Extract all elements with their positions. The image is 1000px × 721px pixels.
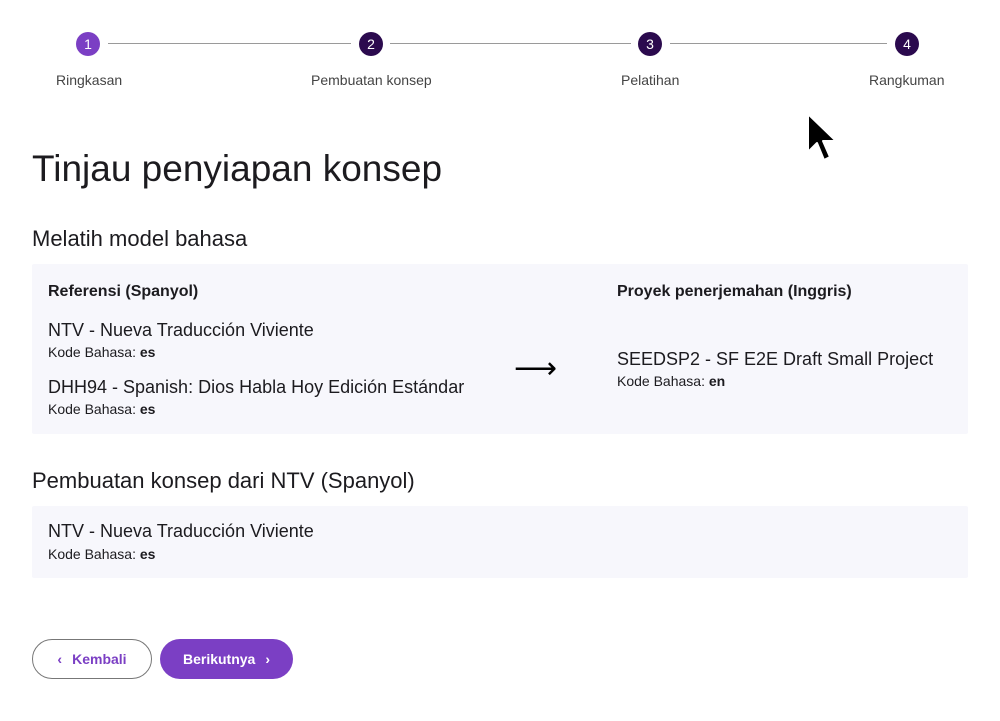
chevron-right-icon: › [265,651,271,667]
reference-project-name: DHH94 - Spanish: Dios Habla Hoy Edición … [48,377,465,397]
step-3-indicator[interactable]: 3 [638,32,662,56]
target-project-name: SEEDSP2 - SF E2E Draft Small Project [617,349,934,369]
target-header: Proyek penerjemahan (Inggris) [617,283,852,300]
drafting-card: NTV - Nueva Traducción Viviente Kode Bah… [32,506,968,578]
step-1-label: Ringkasan [56,72,123,88]
back-button-label: Kembali [72,651,127,667]
reference-header: Referensi (Spanyol) [48,283,199,300]
step-4-indicator[interactable]: 4 [895,32,919,56]
step-2-indicator[interactable]: 2 [359,32,383,56]
training-card: Referensi (Spanyol) Proyek penerjemahan … [32,264,968,434]
reference-language-code: Kode Bahasa: es [48,401,156,417]
reference-project-name: NTV - Nueva Traducción Viviente [48,320,314,340]
step-1-indicator[interactable]: 1 [76,32,100,56]
training-section-title: Melatih model bahasa [32,226,248,251]
step-3-label: Pelatihan [621,72,680,88]
mouse-cursor-icon [807,113,837,161]
drafting-section-title: Pembuatan konsep dari NTV (Spanyol) [32,468,415,493]
target-language-code: Kode Bahasa: en [617,373,726,389]
step-connector [108,43,351,44]
chevron-left-icon: ‹ [57,651,63,667]
page-title: Tinjau penyiapan konsep [32,148,443,189]
stepper: 1 2 3 4 Ringkasan Pembuatan konsep Pelat… [0,0,1000,110]
next-button[interactable]: Berikutnya › [160,639,293,679]
step-2-label: Pembuatan konsep [311,72,432,88]
arrow-right-icon: ⟶ [514,352,558,385]
back-button[interactable]: ‹ Kembali [32,639,152,679]
reference-language-code: Kode Bahasa: es [48,344,156,360]
drafting-source-language-code: Kode Bahasa: es [48,546,156,562]
drafting-source-name: NTV - Nueva Traducción Viviente [48,521,314,541]
step-4-label: Rangkuman [869,72,945,88]
step-connector [390,43,631,44]
step-connector [670,43,887,44]
next-button-label: Berikutnya [182,651,256,667]
